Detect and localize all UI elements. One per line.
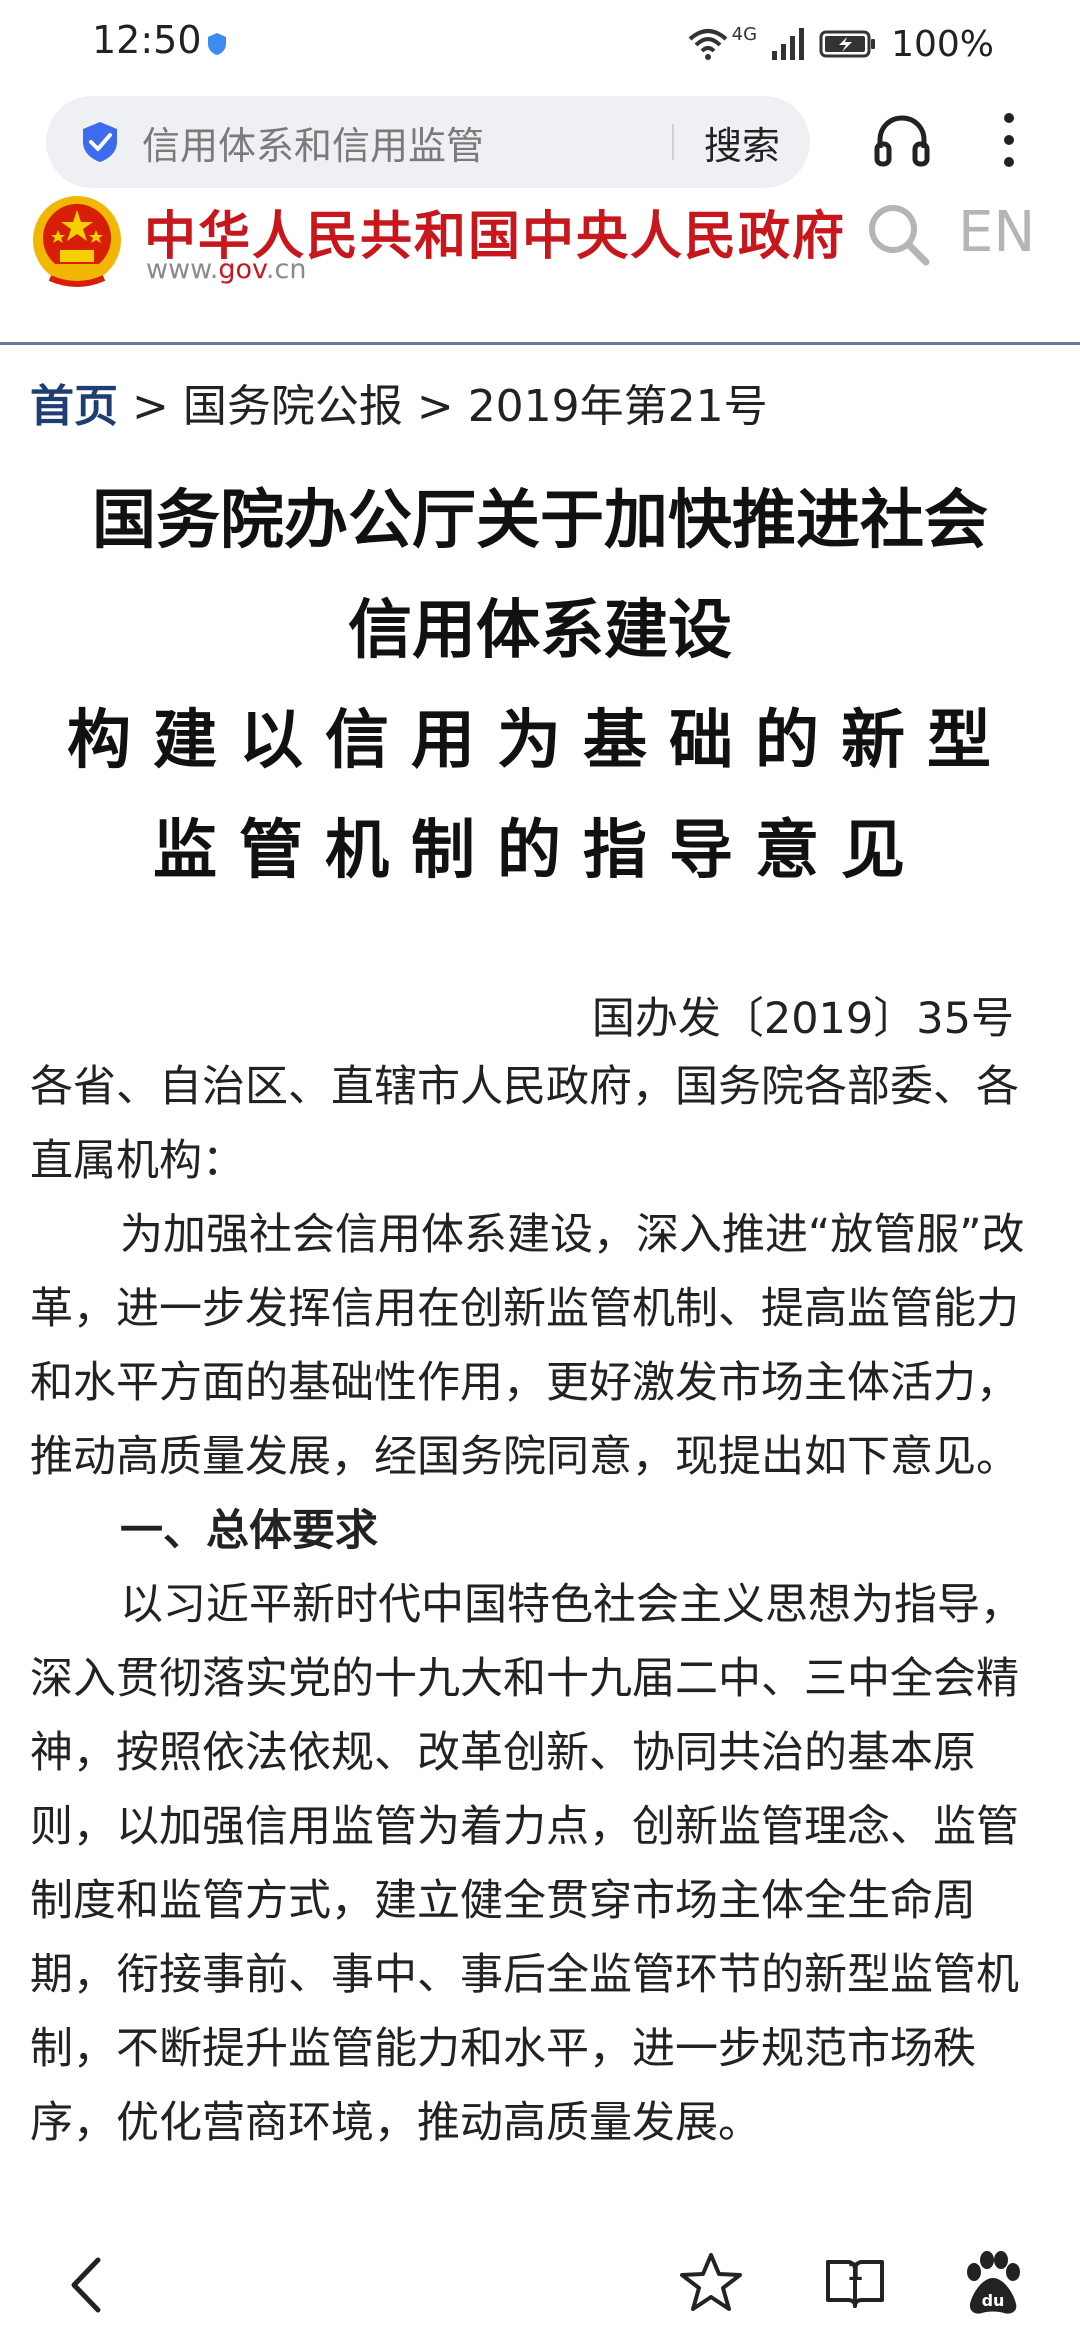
search-bar[interactable]: 信用体系和信用监管 搜索 — [46, 96, 810, 188]
site-header: 中华人民共和国中央人民政府 www.gov.cn EN — [0, 192, 1080, 345]
title-line: 国务院办公厅关于加快推进社会 — [92, 484, 988, 558]
status-bar: 12:50 4G 100% — [0, 0, 1080, 88]
breadcrumb-separator: > — [118, 381, 183, 432]
breadcrumb-separator: > — [402, 381, 468, 432]
tabs-button[interactable]: 1 — [824, 2252, 886, 2314]
battery-percent: 100% — [891, 23, 994, 65]
status-time: 12:50 — [92, 18, 202, 62]
search-icon[interactable] — [866, 202, 930, 266]
breadcrumb-issue-link[interactable]: 2019年第21号 — [468, 381, 768, 432]
site-url-brand: gov — [218, 254, 266, 285]
breadcrumb-bulletin-link[interactable]: 国务院公报 — [183, 381, 403, 432]
tab-count: 1 — [846, 2258, 864, 2286]
back-icon[interactable] — [62, 2254, 112, 2316]
breadcrumb-home-link[interactable]: 首页 — [30, 381, 118, 432]
english-link[interactable]: EN — [958, 200, 1035, 265]
section-heading: 一、总体要求 — [120, 1506, 378, 1556]
security-shield-icon — [208, 33, 226, 55]
document-number: 国办发〔2019〕35号 — [591, 994, 1014, 1044]
title-line: 信用体系建设 — [348, 594, 732, 668]
network-type-label: 4G — [731, 23, 758, 45]
signal-icon — [772, 28, 805, 60]
bookmark-star-icon[interactable] — [678, 2250, 744, 2316]
site-url-prefix: www. — [146, 254, 219, 285]
breadcrumb: 首页 > 国务院公报 > 2019年第21号 — [30, 370, 768, 434]
site-url: www.gov.cn — [146, 254, 306, 285]
battery-icon — [819, 30, 876, 58]
more-options-icon[interactable] — [994, 108, 1024, 172]
wifi-icon — [688, 29, 727, 60]
search-button[interactable]: 搜索 — [674, 115, 810, 170]
page-title: 国务院办公厅关于加快推进社会 信用体系建设 构建以信用为基础的新型 监管机制的指… — [30, 466, 1050, 906]
title-line: 监管机制的指导意见 — [153, 814, 927, 888]
search-input[interactable]: 信用体系和信用监管 — [142, 115, 672, 170]
bottom-nav: 1 du — [0, 2218, 1080, 2340]
article-body: 各省、自治区、直辖市人民政府，国务院各部委、各直属机构： 为加强社会信用体系建设… — [30, 1050, 1054, 2160]
site-url-suffix: .cn — [265, 254, 307, 285]
headphones-icon[interactable] — [872, 110, 932, 170]
addressee-paragraph: 各省、自治区、直辖市人民政府，国务院各部委、各直属机构： — [30, 1062, 1019, 1186]
intro-paragraph: 为加强社会信用体系建设，深入推进“放管服”改革，进一步发挥信用在创新监管机制、提… — [30, 1210, 1025, 1482]
svg-text:du: du — [982, 2291, 1005, 2310]
verified-shield-icon — [83, 122, 117, 162]
body-paragraph: 以习近平新时代中国特色社会主义思想为指导，深入贯彻落实党的十九大和十九届二中、三… — [30, 1580, 1023, 2148]
title-line: 构建以信用为基础的新型 — [67, 704, 1013, 778]
national-emblem-icon[interactable] — [30, 194, 124, 290]
baidu-paw-icon[interactable]: du — [960, 2248, 1026, 2318]
status-icons: 4G 100% — [688, 22, 994, 66]
